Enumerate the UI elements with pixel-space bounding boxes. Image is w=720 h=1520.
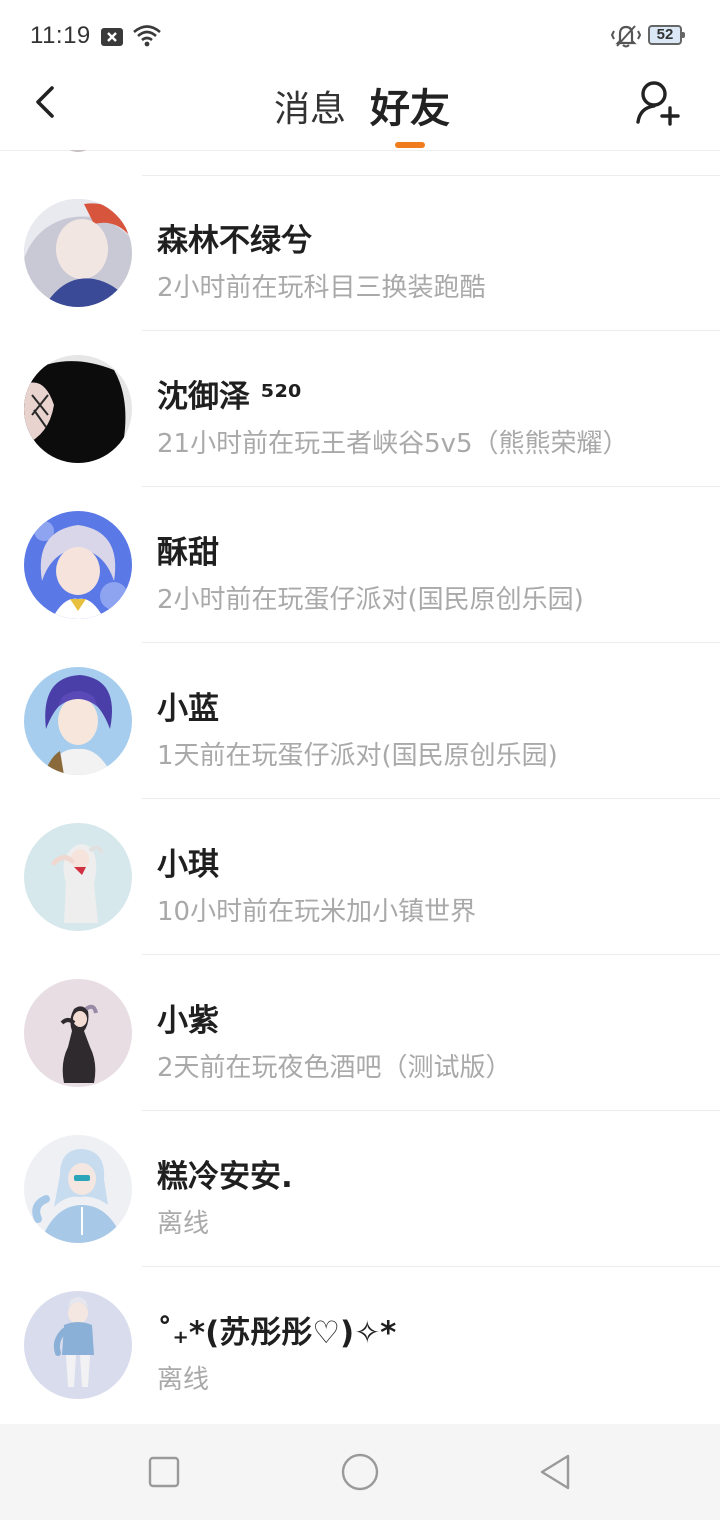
friend-list[interactable]: 森林不绿兮 2小时前在玩科目三换装跑酷 沈御泽 ⁵²⁰ 21小时前在玩王者峡谷5… bbox=[0, 150, 720, 1424]
friend-name: 小琪 bbox=[157, 847, 219, 883]
friend-row[interactable]: 森林不绿兮 2小时前在玩科目三换装跑酷 bbox=[0, 175, 720, 331]
recents-square-icon bbox=[148, 1456, 180, 1488]
active-tab-indicator bbox=[395, 142, 425, 148]
status-bar: 11:19 52 bbox=[0, 0, 720, 72]
friend-row[interactable]: 小琪 10小时前在玩米加小镇世界 bbox=[0, 799, 720, 955]
add-friend-button[interactable] bbox=[634, 78, 682, 128]
friend-name: 小蓝 bbox=[157, 691, 219, 727]
friend-row[interactable]: 糕冷安安. 离线 bbox=[0, 1111, 720, 1267]
avatar bbox=[24, 355, 132, 463]
friend-row[interactable]: 小蓝 1天前在玩蛋仔派对(国民原创乐园) bbox=[0, 643, 720, 799]
home-button[interactable] bbox=[340, 1452, 380, 1492]
back-nav-button[interactable] bbox=[536, 1452, 576, 1492]
friend-row[interactable]: ˚₊*(苏彤彤♡)✧* 离线 bbox=[0, 1267, 720, 1423]
friend-row[interactable]: 沈御泽 ⁵²⁰ 21小时前在玩王者峡谷5v5（熊熊荣耀） bbox=[0, 331, 720, 487]
friend-name: 糕冷安安. bbox=[157, 1159, 293, 1195]
friend-row[interactable]: 小紫 2天前在玩夜色酒吧（测试版） bbox=[0, 955, 720, 1111]
header: 消息 好友 bbox=[0, 72, 720, 151]
friend-name: 小紫 bbox=[157, 1003, 219, 1039]
notification-x-icon bbox=[101, 28, 123, 46]
home-circle-icon bbox=[341, 1453, 379, 1491]
avatar bbox=[24, 823, 132, 931]
friend-status: 21小时前在玩王者峡谷5v5（熊熊荣耀） bbox=[157, 429, 629, 459]
friend-name: 森林不绿兮 bbox=[157, 223, 312, 259]
vibrate-icon bbox=[610, 25, 642, 48]
friend-status: 2小时前在玩科目三换装跑酷 bbox=[157, 273, 486, 303]
status-time: 11:19 bbox=[30, 22, 91, 49]
avatar bbox=[54, 150, 102, 152]
wifi-icon bbox=[133, 25, 161, 47]
avatar bbox=[24, 1291, 132, 1399]
avatar bbox=[24, 511, 132, 619]
friend-row[interactable]: 酥甜 2小时前在玩蛋仔派对(国民原创乐园) bbox=[0, 487, 720, 643]
friend-status: 1天前在玩蛋仔派对(国民原创乐园) bbox=[157, 741, 558, 771]
friend-name: 沈御泽 ⁵²⁰ bbox=[157, 379, 302, 415]
tab-friends[interactable]: 好友 bbox=[370, 76, 450, 134]
friend-status: 10小时前在玩米加小镇世界 bbox=[157, 897, 477, 927]
friend-name: ˚₊*(苏彤彤♡)✧* bbox=[157, 1315, 397, 1351]
avatar bbox=[24, 667, 132, 775]
friend-status: 2天前在玩夜色酒吧（测试版） bbox=[157, 1053, 512, 1083]
avatar bbox=[24, 979, 132, 1087]
tab-messages[interactable]: 消息 bbox=[274, 80, 346, 132]
back-button[interactable] bbox=[26, 80, 66, 124]
avatar bbox=[24, 199, 132, 307]
friend-status: 离线 bbox=[157, 1365, 210, 1395]
back-triangle-icon bbox=[540, 1454, 570, 1490]
recents-button[interactable] bbox=[144, 1452, 184, 1492]
back-arrow-icon bbox=[36, 86, 54, 118]
battery-icon: 52 bbox=[648, 25, 685, 45]
friend-status: 2小时前在玩蛋仔派对(国民原创乐园) bbox=[157, 585, 584, 615]
friend-name: 酥甜 bbox=[157, 535, 219, 571]
avatar bbox=[24, 1135, 132, 1243]
system-navigation-bar bbox=[0, 1424, 720, 1520]
add-friend-icon bbox=[636, 81, 680, 126]
friend-status: 离线 bbox=[157, 1209, 210, 1239]
